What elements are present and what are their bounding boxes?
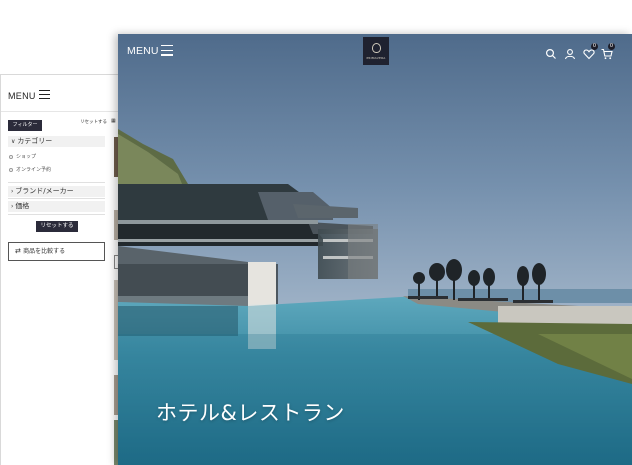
brand-header: ブランド/メーカー (15, 187, 74, 195)
grid-icon[interactable]: ▦ (111, 118, 116, 124)
radio-icon (9, 167, 13, 172)
category-item-label: オンライン予約 (16, 167, 52, 173)
divider (8, 198, 105, 199)
menu-label[interactable]: MENU (127, 45, 159, 57)
price-header: 価格 (15, 202, 30, 210)
hotel-hero-window: MENU PRIMAVERA 0 0 ホテル&レストラン (118, 34, 632, 465)
search-icon[interactable] (545, 45, 557, 59)
header-divider (1, 111, 121, 112)
wishlist-count-badge: 0 (591, 43, 598, 50)
screen: MENU フィルター リセットする ▦ ∨ カテゴリー ショップ オンライン予約… (0, 0, 632, 465)
brand-logo[interactable]: PRIMAVERA (363, 37, 389, 65)
category-item-label: ショップ (16, 154, 37, 160)
user-icon[interactable] (564, 45, 576, 60)
brand-accordion[interactable]: › ブランド/メーカー (8, 186, 105, 197)
price-accordion[interactable]: › 価格 (8, 201, 105, 212)
menu-label[interactable]: MENU (8, 91, 36, 101)
reset-link[interactable]: リセットする (80, 119, 107, 125)
hamburger-icon[interactable] (39, 90, 50, 100)
radio-icon (9, 154, 13, 159)
compare-label: 商品を比較する (23, 248, 66, 255)
category-item-online-booking[interactable]: オンライン予約 (9, 166, 51, 173)
shuffle-icon: ⇄ (15, 247, 24, 255)
compare-button[interactable]: ⇄ 商品を比較する (8, 242, 105, 261)
filter-button[interactable]: フィルター (8, 120, 42, 131)
logo-text: PRIMAVERA (366, 55, 386, 60)
logo-mark (371, 42, 381, 53)
shop-filter-window: MENU フィルター リセットする ▦ ∨ カテゴリー ショップ オンライン予約… (0, 74, 122, 465)
divider (8, 182, 105, 183)
divider (8, 214, 105, 215)
category-header: カテゴリー (17, 137, 53, 145)
cart-count-badge: 0 (608, 43, 615, 50)
reset-button[interactable]: リセットする (36, 221, 78, 232)
hero-title: ホテル&レストラン (156, 401, 345, 425)
hamburger-icon[interactable] (161, 45, 173, 56)
category-accordion[interactable]: ∨ カテゴリー (8, 136, 105, 147)
category-item-shop[interactable]: ショップ (9, 153, 36, 160)
